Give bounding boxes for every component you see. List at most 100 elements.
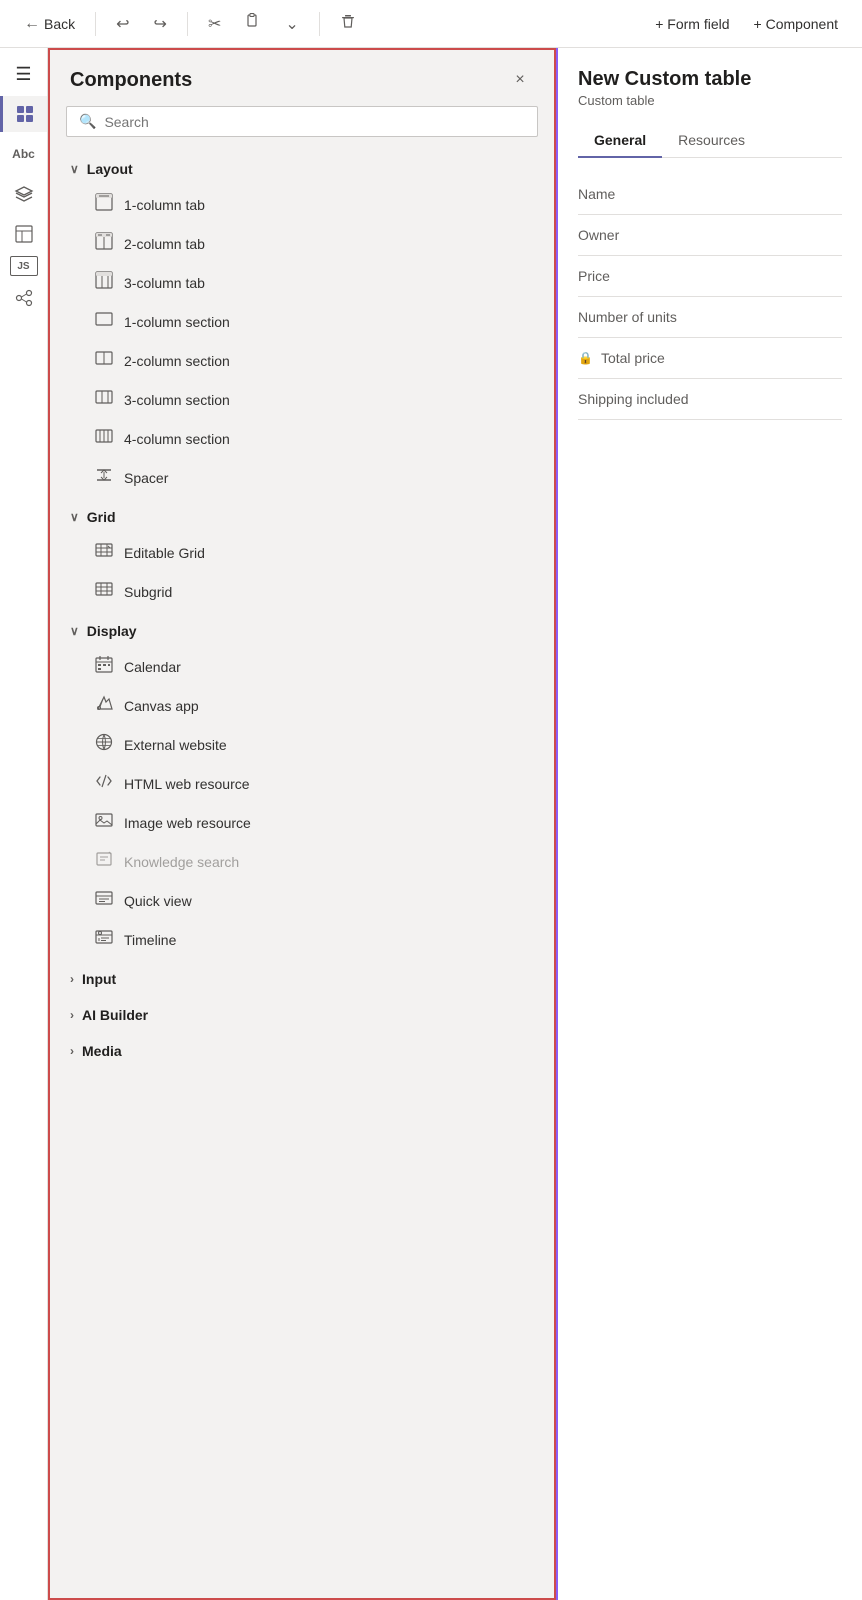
back-icon: ← <box>24 15 40 33</box>
category-input: › Input <box>66 963 538 995</box>
back-label: Back <box>44 16 75 32</box>
text-format-icon[interactable]: Abc <box>6 136 42 172</box>
hamburger-menu-icon[interactable]: ☰ <box>6 56 42 92</box>
main-layout: ☰ Abc JS <box>0 48 862 1600</box>
layers-icon[interactable] <box>6 176 42 212</box>
item-knowledge-search: Knowledge search <box>66 842 538 881</box>
tab-resources[interactable]: Resources <box>662 124 761 158</box>
1-column-tab-icon <box>94 193 114 216</box>
field-owner: Owner <box>578 215 842 256</box>
field-price-label: Price <box>578 268 610 284</box>
grid-view-icon[interactable] <box>0 96 47 132</box>
component-list: ∨ Layout 1-column tab <box>50 153 554 1598</box>
item-canvas-app[interactable]: Canvas app <box>66 686 538 725</box>
sidebar-icons: ☰ Abc JS <box>0 48 48 1600</box>
item-subgrid-label: Subgrid <box>124 584 172 600</box>
category-ai-builder: › AI Builder <box>66 999 538 1031</box>
category-layout: ∨ Layout 1-column tab <box>66 153 538 497</box>
form-field-button[interactable]: + Form field <box>647 12 737 36</box>
field-number-of-units-label: Number of units <box>578 309 677 325</box>
separator-2 <box>187 12 188 36</box>
subgrid-icon <box>94 580 114 603</box>
1-column-section-icon <box>94 310 114 333</box>
item-1-column-tab[interactable]: 1-column tab <box>66 185 538 224</box>
field-shipping-included: Shipping included <box>578 379 842 420</box>
item-image-web-resource-label: Image web resource <box>124 815 251 831</box>
chevron-right-icon: › <box>70 972 74 986</box>
category-media-label: Media <box>82 1043 122 1059</box>
item-1-column-section-label: 1-column section <box>124 314 230 330</box>
4-column-section-icon <box>94 427 114 450</box>
category-grid: ∨ Grid Editable Grid <box>66 501 538 611</box>
connector-icon[interactable] <box>6 280 42 316</box>
table-view-icon[interactable] <box>6 216 42 252</box>
item-3-column-section[interactable]: 3-column section <box>66 380 538 419</box>
delete-button[interactable] <box>332 9 364 38</box>
chevron-right-icon: › <box>70 1008 74 1022</box>
item-3-column-tab[interactable]: 3-column tab <box>66 263 538 302</box>
undo-button[interactable]: ↩ <box>108 10 137 38</box>
item-external-website[interactable]: External website <box>66 725 538 764</box>
category-input-header[interactable]: › Input <box>66 963 538 995</box>
item-editable-grid[interactable]: Editable Grid <box>66 533 538 572</box>
dropdown-icon: ⌄ <box>285 14 298 34</box>
item-2-column-tab[interactable]: 2-column tab <box>66 224 538 263</box>
category-media: › Media <box>66 1035 538 1067</box>
item-image-web-resource[interactable]: Image web resource <box>66 803 538 842</box>
spacer-icon <box>94 466 114 489</box>
separator-3 <box>319 12 320 36</box>
category-ai-builder-header[interactable]: › AI Builder <box>66 999 538 1031</box>
knowledge-search-icon <box>94 850 114 873</box>
chevron-down-icon: ∨ <box>70 510 79 524</box>
search-input[interactable] <box>104 114 525 130</box>
item-timeline-label: Timeline <box>124 932 176 948</box>
item-spacer[interactable]: Spacer <box>66 458 538 497</box>
item-3-column-section-label: 3-column section <box>124 392 230 408</box>
item-quick-view[interactable]: Quick view <box>66 881 538 920</box>
chevron-down-icon: ∨ <box>70 624 79 638</box>
item-timeline[interactable]: Timeline <box>66 920 538 959</box>
js-icon[interactable]: JS <box>10 256 38 276</box>
quick-view-icon <box>94 889 114 912</box>
item-html-web-resource-label: HTML web resource <box>124 776 250 792</box>
item-quick-view-label: Quick view <box>124 893 192 909</box>
component-label: + Component <box>754 16 838 32</box>
item-3-column-tab-label: 3-column tab <box>124 275 205 291</box>
editable-grid-icon <box>94 541 114 564</box>
components-panel: Components × 🔍 ∨ Layout <box>48 48 556 1600</box>
cut-button[interactable]: ✂ <box>200 10 229 38</box>
item-html-web-resource[interactable]: HTML web resource <box>66 764 538 803</box>
redo-button[interactable]: ↪ <box>146 10 175 38</box>
tab-general[interactable]: General <box>578 124 662 158</box>
item-calendar[interactable]: Calendar <box>66 647 538 686</box>
item-subgrid[interactable]: Subgrid <box>66 572 538 611</box>
category-layout-header[interactable]: ∨ Layout <box>66 153 538 185</box>
category-display-header[interactable]: ∨ Display <box>66 615 538 647</box>
item-canvas-app-label: Canvas app <box>124 698 199 714</box>
2-column-section-icon <box>94 349 114 372</box>
close-button[interactable]: × <box>506 66 534 94</box>
timeline-icon <box>94 928 114 951</box>
item-2-column-section[interactable]: 2-column section <box>66 341 538 380</box>
component-button[interactable]: + Component <box>746 12 846 36</box>
field-name: Name <box>578 174 842 215</box>
search-icon: 🔍 <box>79 113 96 130</box>
canvas-app-icon <box>94 694 114 717</box>
image-web-resource-icon <box>94 811 114 834</box>
item-4-column-section[interactable]: 4-column section <box>66 419 538 458</box>
item-1-column-tab-label: 1-column tab <box>124 197 205 213</box>
category-grid-header[interactable]: ∨ Grid <box>66 501 538 533</box>
chevron-down-icon: ∨ <box>70 162 79 176</box>
paste-button[interactable] <box>237 9 269 38</box>
field-owner-label: Owner <box>578 227 619 243</box>
tabs: General Resources <box>578 124 842 158</box>
dropdown-button[interactable]: ⌄ <box>277 10 306 38</box>
back-button[interactable]: ← Back <box>16 11 83 37</box>
category-media-header[interactable]: › Media <box>66 1035 538 1067</box>
toolbar: ← Back ↩ ↪ ✂ ⌄ + Form field <box>0 0 862 48</box>
category-display-label: Display <box>87 623 137 639</box>
item-1-column-section[interactable]: 1-column section <box>66 302 538 341</box>
cut-icon: ✂ <box>208 14 221 34</box>
3-column-section-icon <box>94 388 114 411</box>
item-2-column-section-label: 2-column section <box>124 353 230 369</box>
